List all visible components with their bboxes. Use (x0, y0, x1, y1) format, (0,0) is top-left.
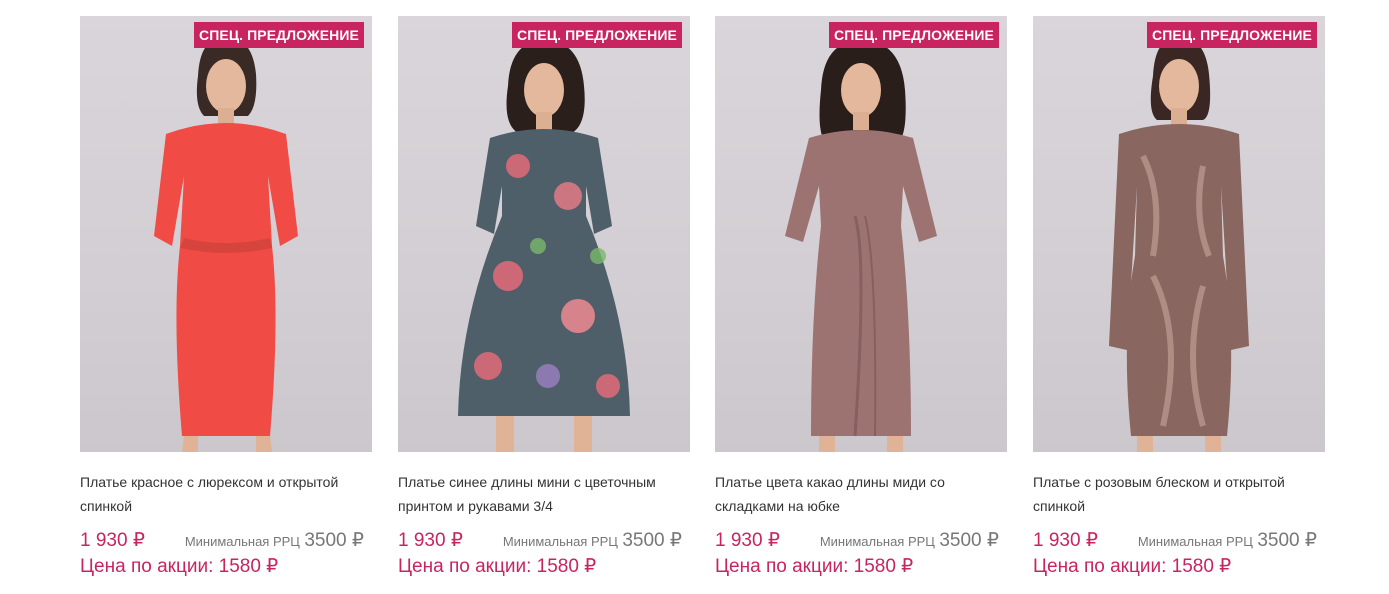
special-offer-badge: СПЕЦ. ПРЕДЛОЖЕНИЕ (829, 22, 999, 48)
rrc-label: Минимальная РРЦ (502, 534, 618, 549)
rrc: Минимальная РРЦ 3500 ₽ (820, 528, 999, 555)
product-price: 1 930 ₽ (80, 530, 145, 551)
special-offer-badge: СПЕЦ. ПРЕДЛОЖЕНИЕ (1147, 22, 1317, 48)
rrc-value: 3500 ₽ (939, 530, 999, 551)
product-grid: СПЕЦ. ПРЕДЛОЖЕНИЕ Платье красное с люрек… (80, 16, 1325, 594)
rrc-label: Минимальная РРЦ (1137, 534, 1253, 549)
promo-price: Цена по акции: 1580 ₽ (398, 556, 597, 577)
product-title[interactable]: Платье синее длины мини с цветочным прин… (398, 470, 678, 518)
product-card[interactable]: СПЕЦ. ПРЕДЛОЖЕНИЕ Платье цвета какао дли… (715, 16, 1007, 580)
price-row: 1 930 ₽ Минимальная РРЦ 3500 ₽ (1033, 528, 1325, 554)
product-price: 1 930 ₽ (1033, 530, 1098, 551)
price-row: 1 930 ₽ Минимальная РРЦ 3500 ₽ (715, 528, 1007, 554)
product-price: 1 930 ₽ (398, 530, 463, 551)
product-photo[interactable]: СПЕЦ. ПРЕДЛОЖЕНИЕ (715, 16, 1007, 452)
rrc-value: 3500 ₽ (622, 530, 682, 551)
product-card[interactable]: СПЕЦ. ПРЕДЛОЖЕНИЕ Платье красное с люрек… (80, 16, 372, 580)
rrc-value: 3500 ₽ (1257, 530, 1317, 551)
product-title[interactable]: Платье цвета какао длины миди со складка… (715, 470, 995, 518)
cocoa-dress-photo (785, 40, 937, 452)
red-dress-photo (154, 37, 298, 452)
product-price: 1 930 ₽ (715, 530, 780, 551)
product-photo[interactable]: СПЕЦ. ПРЕДЛОЖЕНИЕ (1033, 16, 1325, 452)
price-row: 1 930 ₽ Минимальная РРЦ 3500 ₽ (80, 528, 372, 554)
rrc-label: Минимальная РРЦ (184, 534, 300, 549)
special-offer-badge: СПЕЦ. ПРЕДЛОЖЕНИЕ (512, 22, 682, 48)
floral-dress-photo (458, 40, 630, 452)
product-photo[interactable]: СПЕЦ. ПРЕДЛОЖЕНИЕ (80, 16, 372, 452)
rrc: Минимальная РРЦ 3500 ₽ (185, 528, 364, 555)
rrc: Минимальная РРЦ 3500 ₽ (503, 528, 682, 555)
rrc-label: Минимальная РРЦ (819, 534, 935, 549)
metallic-dress-photo (1109, 37, 1249, 452)
product-card[interactable]: СПЕЦ. ПРЕДЛОЖЕНИЕ Платье синее длины мин… (398, 16, 690, 580)
rrc-value: 3500 ₽ (304, 530, 364, 551)
price-row: 1 930 ₽ Минимальная РРЦ 3500 ₽ (398, 528, 690, 554)
product-title[interactable]: Платье с розовым блеском и открытой спин… (1033, 470, 1313, 518)
promo-price: Цена по акции: 1580 ₽ (80, 556, 279, 577)
product-title[interactable]: Платье красное с люрексом и открытой спи… (80, 470, 360, 518)
special-offer-badge: СПЕЦ. ПРЕДЛОЖЕНИЕ (194, 22, 364, 48)
promo-price: Цена по акции: 1580 ₽ (715, 556, 914, 577)
product-photo[interactable]: СПЕЦ. ПРЕДЛОЖЕНИЕ (398, 16, 690, 452)
product-card[interactable]: СПЕЦ. ПРЕДЛОЖЕНИЕ Платье с розовым блеск… (1033, 16, 1325, 580)
rrc: Минимальная РРЦ 3500 ₽ (1138, 528, 1317, 555)
promo-price: Цена по акции: 1580 ₽ (1033, 556, 1232, 577)
